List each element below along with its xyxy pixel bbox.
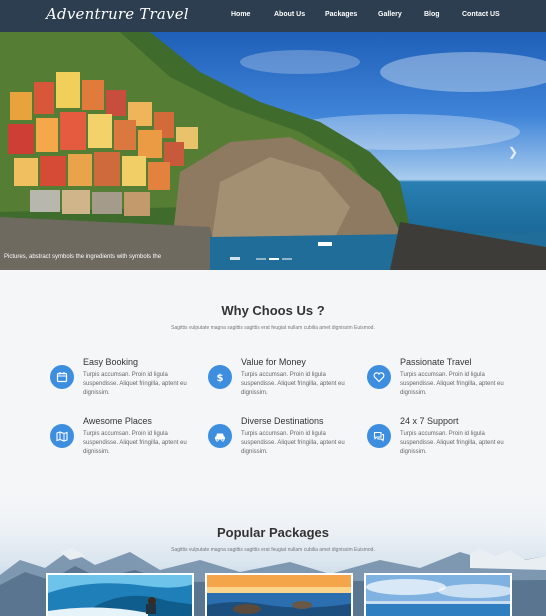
package-card[interactable] bbox=[205, 573, 353, 616]
feature-easy-booking: Easy Booking Turpis accumsan. Proin id l… bbox=[50, 357, 200, 403]
heart-icon bbox=[367, 365, 391, 389]
package-image bbox=[48, 575, 192, 616]
feature-title: Awesome Places bbox=[83, 416, 152, 426]
nav-home[interactable]: Home bbox=[231, 11, 250, 18]
slider-dot[interactable] bbox=[282, 258, 292, 260]
map-icon bbox=[50, 424, 74, 448]
feature-diverse-destinations: Diverse Destinations Turpis accumsan. Pr… bbox=[208, 416, 358, 462]
chevron-right-icon[interactable]: ❯ bbox=[508, 145, 518, 159]
chat-icon bbox=[367, 424, 391, 448]
feature-passionate-travel: Passionate Travel Turpis accumsan. Proin… bbox=[367, 357, 517, 403]
package-card[interactable] bbox=[46, 573, 194, 616]
hero-caption: Pictures, abstract symbols the ingredien… bbox=[4, 254, 162, 260]
slider-dot[interactable] bbox=[256, 258, 266, 260]
feature-title: 24 x 7 Support bbox=[400, 416, 459, 426]
feature-description: Turpis accumsan. Proin id ligula suspend… bbox=[241, 372, 345, 396]
car-icon bbox=[208, 424, 232, 448]
hero-image bbox=[0, 32, 546, 270]
feature-description: Turpis accumsan. Proin id ligula suspend… bbox=[241, 431, 345, 455]
popular-packages-title: Popular Packages bbox=[217, 525, 329, 540]
popular-packages-section: Popular Packages Sagittis vulputate magn… bbox=[0, 490, 546, 616]
feature-title: Value for Money bbox=[241, 357, 306, 367]
nav-gallery[interactable]: Gallery bbox=[378, 11, 402, 18]
feature-description: Turpis accumsan. Proin id ligula suspend… bbox=[400, 372, 504, 396]
hero-slider: Pictures, abstract symbols the ingredien… bbox=[0, 32, 546, 270]
site-logo[interactable]: Adventrure Travel bbox=[46, 5, 189, 23]
slider-dots bbox=[256, 258, 292, 260]
dollar-icon: $ bbox=[208, 365, 232, 389]
feature-24x7-support: 24 x 7 Support Turpis accumsan. Proin id… bbox=[367, 416, 517, 462]
calendar-icon bbox=[50, 365, 74, 389]
nav-blog[interactable]: Blog bbox=[424, 11, 440, 18]
feature-description: Turpis accumsan. Proin id ligula suspend… bbox=[83, 372, 187, 396]
navbar: Adventrure Travel Home About Us Packages… bbox=[0, 0, 546, 32]
slider-dot-active[interactable] bbox=[269, 258, 279, 260]
feature-title: Passionate Travel bbox=[400, 357, 472, 367]
feature-description: Turpis accumsan. Proin id ligula suspend… bbox=[400, 431, 504, 455]
svg-text:$: $ bbox=[217, 373, 224, 383]
popular-packages-subtitle: Sagittis vulputate magna sagittis sagitt… bbox=[171, 547, 375, 553]
why-choose-subtitle: Sagittis vulputate magna sagittis sagitt… bbox=[171, 325, 375, 331]
nav-packages[interactable]: Packages bbox=[325, 11, 357, 18]
feature-awesome-places: Awesome Places Turpis accumsan. Proin id… bbox=[50, 416, 200, 462]
feature-value-for-money: $ Value for Money Turpis accumsan. Proin… bbox=[208, 357, 358, 403]
feature-title: Diverse Destinations bbox=[241, 416, 324, 426]
why-choose-title: Why Choos Us ? bbox=[221, 303, 325, 318]
nav-about-us[interactable]: About Us bbox=[274, 11, 305, 18]
nav-contact-us[interactable]: Contact US bbox=[462, 11, 500, 18]
feature-title: Easy Booking bbox=[83, 357, 139, 367]
package-image bbox=[207, 575, 351, 616]
feature-description: Turpis accumsan. Proin id ligula suspend… bbox=[83, 431, 187, 455]
package-card[interactable] bbox=[364, 573, 512, 616]
package-image bbox=[366, 575, 510, 616]
